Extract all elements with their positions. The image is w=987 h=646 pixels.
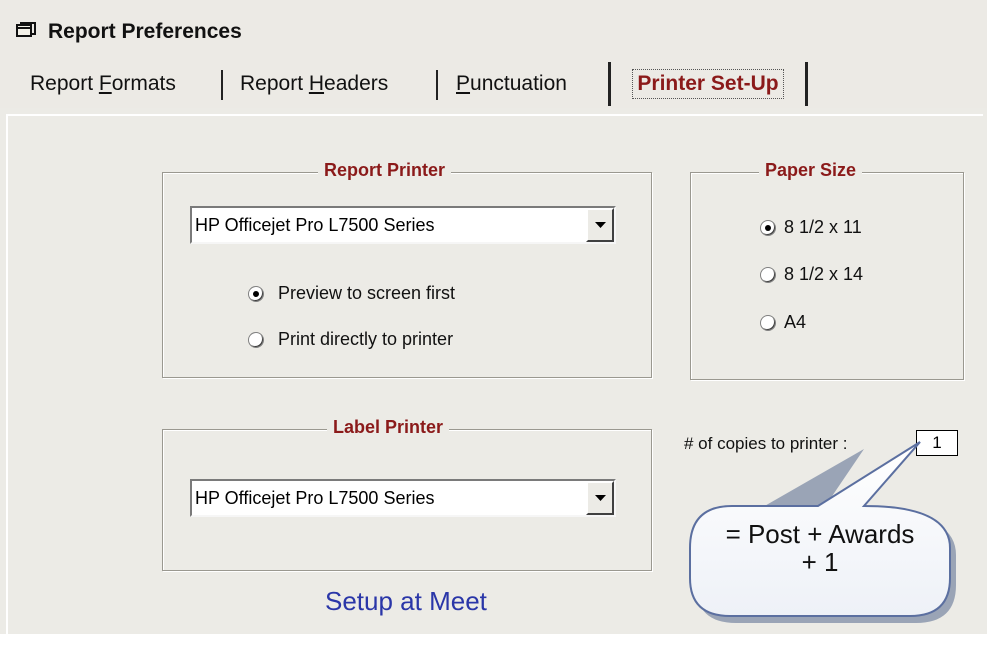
tab-label-post: eaders — [324, 72, 389, 95]
radio-label: Print directly to printer — [278, 329, 454, 349]
tab-printer-setup[interactable]: Printer Set-Up — [608, 62, 808, 106]
report-printer-selected: HP Officejet Pro L7500 Series — [195, 214, 435, 235]
label-printer-dropdown-button[interactable] — [586, 481, 614, 515]
radio-preview-to-screen[interactable]: Preview to screen first — [248, 283, 455, 304]
label-printer-selected: HP Officejet Pro L7500 Series — [195, 487, 435, 508]
tab-label-pre: Report — [240, 72, 309, 95]
tab-accel-key: P — [456, 72, 471, 95]
radio-paper-a4[interactable]: A4 — [760, 312, 806, 333]
report-printer-select[interactable]: HP Officejet Pro L7500 Series — [190, 206, 616, 244]
chevron-down-icon — [594, 494, 606, 501]
label-printer-legend: Label Printer — [327, 417, 450, 438]
setup-at-meet-label: Setup at Meet — [325, 586, 487, 616]
report-printer-legend: Report Printer — [318, 160, 452, 181]
radio-button[interactable] — [760, 314, 776, 331]
radio-button-checked[interactable] — [760, 219, 776, 236]
window-app-icon — [16, 22, 38, 40]
paper-size-legend: Paper Size — [759, 160, 863, 181]
callout-line-2: + 1 — [801, 547, 839, 577]
chevron-down-icon — [594, 221, 606, 228]
tab-accel-key: H — [308, 72, 325, 95]
tab-separator — [221, 70, 223, 100]
radio-label: A4 — [784, 312, 807, 332]
radio-print-direct[interactable]: Print directly to printer — [248, 329, 453, 350]
window-title: Report Preferences — [48, 20, 242, 43]
tab-label-post: unctuation — [470, 72, 567, 95]
callout-line-1: = Post + Awards — [725, 519, 915, 549]
tab-label: Printer Set-Up — [632, 69, 784, 99]
tab-label-pre: Report — [30, 72, 99, 95]
tab-report-headers[interactable]: Report Headers — [240, 66, 388, 102]
callout-text: = Post + Awards + 1 — [690, 520, 950, 576]
label-printer-select[interactable]: HP Officejet Pro L7500 Series — [190, 479, 616, 517]
report-printer-dropdown-button[interactable] — [586, 208, 614, 242]
radio-paper-legal[interactable]: 8 1/2 x 14 — [760, 264, 863, 285]
radio-button-checked[interactable] — [248, 285, 264, 302]
radio-button[interactable] — [248, 331, 264, 348]
tab-label-post: ormats — [111, 72, 176, 95]
radio-button[interactable] — [760, 266, 776, 283]
tab-report-formats[interactable]: Report Formats — [30, 66, 176, 102]
radio-label: Preview to screen first — [278, 283, 456, 303]
tab-punctuation[interactable]: Punctuation — [456, 66, 567, 102]
tab-accel-key: F — [98, 72, 112, 95]
radio-label: 8 1/2 x 14 — [784, 264, 864, 284]
radio-paper-letter[interactable]: 8 1/2 x 11 — [760, 217, 862, 238]
radio-label: 8 1/2 x 11 — [784, 217, 862, 237]
tab-separator — [436, 70, 438, 100]
